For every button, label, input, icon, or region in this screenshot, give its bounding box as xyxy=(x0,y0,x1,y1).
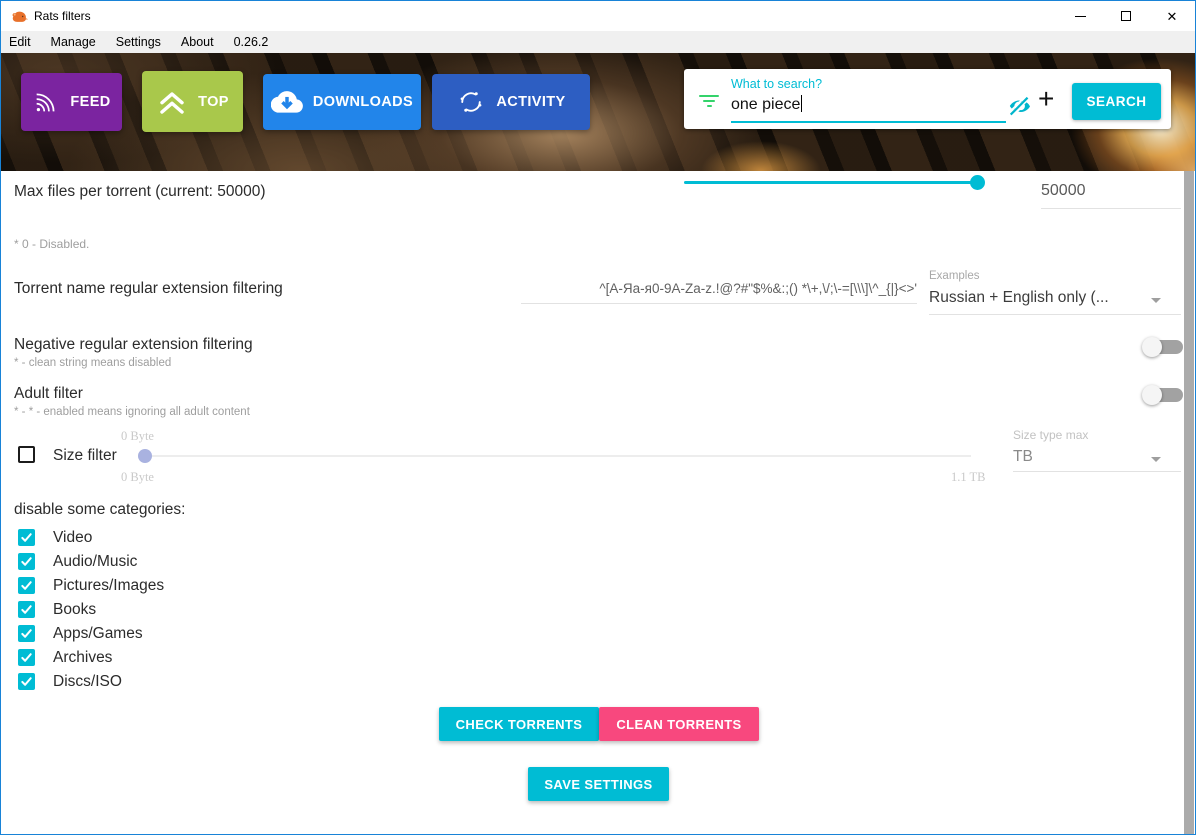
double-chevron-up-icon xyxy=(156,86,188,118)
menu-bar: Edit Manage Settings About 0.26.2 xyxy=(1,31,1195,53)
minimize-icon xyxy=(1075,16,1086,17)
cloud-download-icon xyxy=(271,86,303,118)
category-label: Apps/Games xyxy=(53,625,143,643)
adult-filter-label: Adult filter xyxy=(14,385,83,403)
search-field-label: What to search? xyxy=(731,77,822,91)
downloads-button-label: DOWNLOADS xyxy=(313,94,413,110)
menu-version: 0.26.2 xyxy=(234,35,280,49)
rat-app-icon xyxy=(11,8,28,25)
size-current-label: 0 Byte xyxy=(121,429,154,444)
rss-feed-icon xyxy=(32,88,60,116)
top-button-label: TOP xyxy=(198,94,229,110)
minimize-button[interactable] xyxy=(1057,1,1103,31)
menu-manage[interactable]: Manage xyxy=(51,35,107,49)
size-type-underline xyxy=(1013,471,1181,472)
max-files-slider[interactable] xyxy=(684,181,983,184)
search-card: What to search? one piece + SEARCH xyxy=(684,69,1171,129)
negative-filter-toggle[interactable] xyxy=(1142,337,1183,357)
size-max-label: 1.1 TB xyxy=(951,470,986,485)
close-button[interactable]: ✕ xyxy=(1149,1,1195,31)
window-title: Rats filters xyxy=(34,9,91,23)
negative-filter-note: * - clean string means disabled xyxy=(14,357,171,369)
examples-select[interactable]: Russian + English only (... xyxy=(929,289,1149,307)
search-button[interactable]: SEARCH xyxy=(1072,83,1161,120)
category-label: Discs/ISO xyxy=(53,673,122,691)
maximize-button[interactable] xyxy=(1103,1,1149,31)
adult-filter-toggle[interactable] xyxy=(1142,385,1183,405)
size-type-label: Size type max xyxy=(1013,428,1088,442)
regex-filter-label: Torrent name regular extension filtering xyxy=(14,280,283,298)
size-filter-label: Size filter xyxy=(53,447,117,465)
header-banner: FEED TOP DOWNLOADS xyxy=(1,53,1195,171)
search-input[interactable]: one piece xyxy=(731,95,802,114)
close-icon: ✕ xyxy=(1167,10,1178,23)
activity-button[interactable]: ACTIVITY xyxy=(432,74,590,130)
checked-checkbox-icon xyxy=(18,553,35,570)
feed-button-label: FEED xyxy=(70,94,110,110)
size-filter-slider[interactable] xyxy=(141,455,971,457)
regex-input-underline xyxy=(521,303,917,304)
max-files-input-underline xyxy=(1041,208,1181,209)
activity-button-label: ACTIVITY xyxy=(496,94,565,110)
vertical-scrollbar[interactable] xyxy=(1184,171,1194,835)
regex-filter-input[interactable]: ^[А-Яа-я0-9A-Za-z.!@?#"$%&:;() *\+,\/;\-… xyxy=(506,281,917,296)
max-files-slider-handle[interactable] xyxy=(970,175,985,190)
checked-checkbox-icon xyxy=(18,529,35,546)
filter-icon xyxy=(698,95,720,111)
checked-checkbox-icon xyxy=(18,601,35,618)
checked-checkbox-icon xyxy=(18,673,35,690)
add-search-icon[interactable]: + xyxy=(1038,85,1054,113)
category-label: Pictures/Images xyxy=(53,577,164,595)
categories-heading: disable some categories: xyxy=(14,501,185,519)
negative-filter-label: Negative regular extension filtering xyxy=(14,336,253,354)
max-files-input[interactable]: 50000 xyxy=(1041,182,1181,200)
downloads-button[interactable]: DOWNLOADS xyxy=(263,74,421,130)
category-label: Archives xyxy=(53,649,112,667)
adult-filter-note: * - * - enabled means ignoring all adult… xyxy=(14,406,250,418)
max-files-label: Max files per torrent (current: 50000) xyxy=(14,183,266,201)
menu-edit[interactable]: Edit xyxy=(9,35,42,49)
app-window: Rats filters ✕ Edit Manage Settings Abou… xyxy=(0,0,1196,835)
checked-checkbox-icon xyxy=(18,649,35,666)
examples-select-underline xyxy=(929,314,1181,315)
toggle-knob xyxy=(1142,337,1162,357)
eye-off-icon[interactable] xyxy=(1006,95,1032,117)
settings-panel: Max files per torrent (current: 50000) 5… xyxy=(1,171,1195,834)
text-cursor xyxy=(801,95,802,112)
max-files-note: * 0 - Disabled. xyxy=(14,237,89,251)
menu-settings[interactable]: Settings xyxy=(116,35,172,49)
category-label: Video xyxy=(53,529,92,547)
top-button[interactable]: TOP xyxy=(142,71,243,132)
chevron-down-icon[interactable] xyxy=(1151,298,1161,303)
check-torrents-button[interactable]: CHECK TORRENTS xyxy=(439,707,599,741)
checked-checkbox-icon xyxy=(18,577,35,594)
examples-label: Examples xyxy=(929,270,980,282)
size-type-select[interactable]: TB xyxy=(1013,448,1033,466)
feed-button[interactable]: FEED xyxy=(21,73,122,131)
menu-about[interactable]: About xyxy=(181,35,225,49)
chevron-down-icon[interactable] xyxy=(1151,457,1161,462)
size-slider-handle[interactable] xyxy=(138,449,152,463)
sync-arrows-icon xyxy=(456,87,486,117)
save-settings-button[interactable]: SAVE SETTINGS xyxy=(528,767,669,801)
size-min-label: 0 Byte xyxy=(121,470,154,485)
maximize-icon xyxy=(1121,11,1131,21)
toggle-knob xyxy=(1142,385,1162,405)
size-filter-checkbox[interactable] xyxy=(18,446,35,463)
category-label: Audio/Music xyxy=(53,553,137,571)
clean-torrents-button[interactable]: CLEAN TORRENTS xyxy=(599,707,759,741)
category-label: Books xyxy=(53,601,96,619)
search-underline xyxy=(731,121,1006,123)
window-controls: ✕ xyxy=(1057,1,1195,31)
checked-checkbox-icon xyxy=(18,625,35,642)
title-bar: Rats filters ✕ xyxy=(1,1,1195,31)
